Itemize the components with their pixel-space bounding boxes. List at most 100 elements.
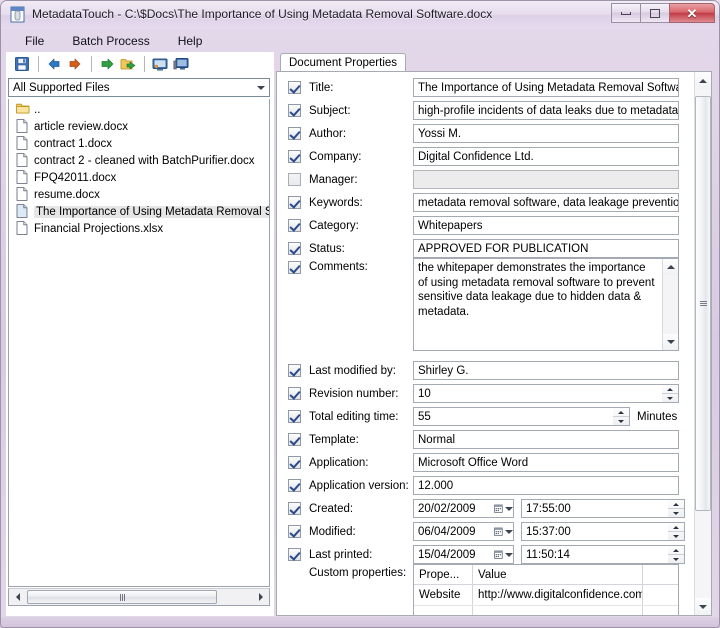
- scroll-thumb[interactable]: [695, 96, 711, 511]
- input-application-version[interactable]: 12.000: [413, 476, 679, 495]
- spinner-revision-number[interactable]: [662, 384, 679, 403]
- table-row-empty[interactable]: [414, 606, 678, 615]
- checkbox-modified[interactable]: [288, 525, 301, 538]
- calendar-dropdown-button[interactable]: [494, 546, 513, 563]
- custom-properties-grid[interactable]: Prope... Value Website http://www.digita…: [413, 564, 679, 615]
- spinner-last-printed-time[interactable]: [668, 545, 685, 564]
- input-total-editing-time[interactable]: 55: [413, 407, 613, 426]
- spinner-down-button[interactable]: [662, 393, 678, 402]
- scroll-down-button[interactable]: [663, 334, 678, 350]
- list-item[interactable]: FPQ42011.docx: [9, 169, 269, 186]
- scroll-up-button[interactable]: [695, 72, 711, 89]
- column-header-value[interactable]: Value: [473, 565, 643, 584]
- list-item[interactable]: Financial Projections.xlsx: [9, 220, 269, 237]
- cell-property[interactable]: Website: [414, 585, 473, 605]
- spinner-up-button[interactable]: [668, 546, 684, 554]
- scroll-track[interactable]: [26, 589, 252, 605]
- input-revision-number[interactable]: 10: [413, 384, 662, 403]
- input-template[interactable]: Normal: [413, 430, 679, 449]
- input-category[interactable]: Whitepapers: [413, 216, 679, 235]
- input-created-time[interactable]: 17:55:00: [521, 499, 668, 518]
- input-last-modified-by[interactable]: Shirley G.: [413, 361, 679, 380]
- checkbox-template[interactable]: [288, 433, 301, 446]
- checkbox-last-modified-by[interactable]: [288, 364, 301, 377]
- input-modified-time[interactable]: 15:37:00: [521, 522, 668, 541]
- cell-extra[interactable]: [643, 606, 678, 615]
- checkbox-revision-number[interactable]: [288, 387, 301, 400]
- input-keywords[interactable]: metadata removal software, data leakage …: [413, 193, 679, 212]
- open-folder-button[interactable]: [118, 54, 138, 74]
- close-button[interactable]: ✕: [669, 3, 715, 23]
- checkbox-application[interactable]: [288, 456, 301, 469]
- spinner-down-button[interactable]: [668, 554, 684, 563]
- go-button[interactable]: [97, 54, 117, 74]
- input-application[interactable]: Microsoft Office Word: [413, 453, 679, 472]
- input-created-date[interactable]: 20/02/2009: [413, 499, 514, 518]
- input-last-printed-date[interactable]: 15/04/2009: [413, 545, 514, 564]
- checkbox-company[interactable]: [288, 150, 301, 163]
- spinner-up-button[interactable]: [613, 408, 629, 416]
- checkbox-author[interactable]: [288, 127, 301, 140]
- cell-value[interactable]: http://www.digitalconfidence.com: [473, 585, 643, 605]
- spinner-up-button[interactable]: [668, 523, 684, 531]
- column-header-extra[interactable]: [643, 565, 678, 584]
- scroll-down-button[interactable]: [695, 598, 711, 615]
- list-item[interactable]: ..: [9, 101, 269, 118]
- scroll-right-button[interactable]: [252, 589, 269, 605]
- comments-scrollbar[interactable]: [662, 259, 678, 350]
- spinner-modified-time[interactable]: [668, 522, 685, 541]
- input-comments[interactable]: the whitepaper demonstrates the importan…: [413, 258, 679, 351]
- maximize-button[interactable]: [640, 3, 669, 23]
- input-last-printed-time[interactable]: 11:50:14: [521, 545, 668, 564]
- cell-property[interactable]: [414, 606, 473, 615]
- view-button[interactable]: [150, 54, 170, 74]
- settings-button[interactable]: [171, 54, 191, 74]
- input-company[interactable]: Digital Confidence Ltd.: [413, 147, 679, 166]
- list-item[interactable]: article review.docx: [9, 118, 269, 135]
- properties-vertical-scrollbar[interactable]: [694, 72, 711, 615]
- minimize-button[interactable]: [611, 3, 640, 23]
- spinner-up-button[interactable]: [662, 385, 678, 393]
- menu-item-file[interactable]: File: [22, 32, 47, 50]
- spinner-down-button[interactable]: [668, 508, 684, 517]
- scroll-up-button[interactable]: [663, 259, 678, 275]
- input-status[interactable]: APPROVED FOR PUBLICATION: [413, 239, 679, 258]
- checkbox-comments[interactable]: [288, 261, 301, 274]
- cell-extra[interactable]: [643, 585, 678, 605]
- menu-item-batch-process[interactable]: Batch Process: [69, 32, 152, 50]
- save-button[interactable]: [12, 54, 32, 74]
- list-item[interactable]: contract 1.docx: [9, 135, 269, 152]
- list-item-selected[interactable]: The Importance of Using Metadata Removal…: [9, 203, 269, 220]
- checkbox-application-version[interactable]: [288, 479, 301, 492]
- checkbox-subject[interactable]: [288, 104, 301, 117]
- file-list-horizontal-scrollbar[interactable]: [8, 588, 270, 606]
- tab-document-properties[interactable]: Document Properties: [280, 53, 406, 72]
- file-filter-combobox[interactable]: All Supported Files: [8, 78, 270, 97]
- spinner-down-button[interactable]: [613, 416, 629, 425]
- file-list[interactable]: .. article review.docx contract 1.docx: [8, 99, 270, 587]
- input-modified-date[interactable]: 06/04/2009: [413, 522, 514, 541]
- list-item[interactable]: resume.docx: [9, 186, 269, 203]
- spinner-total-editing-time[interactable]: [613, 407, 630, 426]
- checkbox-title[interactable]: [288, 81, 301, 94]
- spinner-created-time[interactable]: [668, 499, 685, 518]
- calendar-dropdown-button[interactable]: [494, 500, 513, 517]
- input-title[interactable]: The Importance of Using Metadata Removal…: [413, 78, 679, 97]
- spinner-up-button[interactable]: [668, 500, 684, 508]
- back-button[interactable]: [44, 54, 64, 74]
- list-item[interactable]: contract 2 - cleaned with BatchPurifier.…: [9, 152, 269, 169]
- checkbox-status[interactable]: [288, 242, 301, 255]
- checkbox-category[interactable]: [288, 219, 301, 232]
- cell-value[interactable]: [473, 606, 643, 615]
- column-header-property[interactable]: Prope...: [414, 565, 473, 584]
- spinner-down-button[interactable]: [668, 531, 684, 540]
- calendar-dropdown-button[interactable]: [494, 523, 513, 540]
- checkbox-last-printed[interactable]: [288, 548, 301, 561]
- table-row[interactable]: Website http://www.digitalconfidence.com: [414, 585, 678, 606]
- input-manager[interactable]: [413, 170, 679, 189]
- scroll-thumb[interactable]: [27, 590, 217, 604]
- scroll-left-button[interactable]: [9, 589, 26, 605]
- chevron-down-icon[interactable]: [252, 79, 269, 96]
- forward-button[interactable]: [65, 54, 85, 74]
- checkbox-keywords[interactable]: [288, 196, 301, 209]
